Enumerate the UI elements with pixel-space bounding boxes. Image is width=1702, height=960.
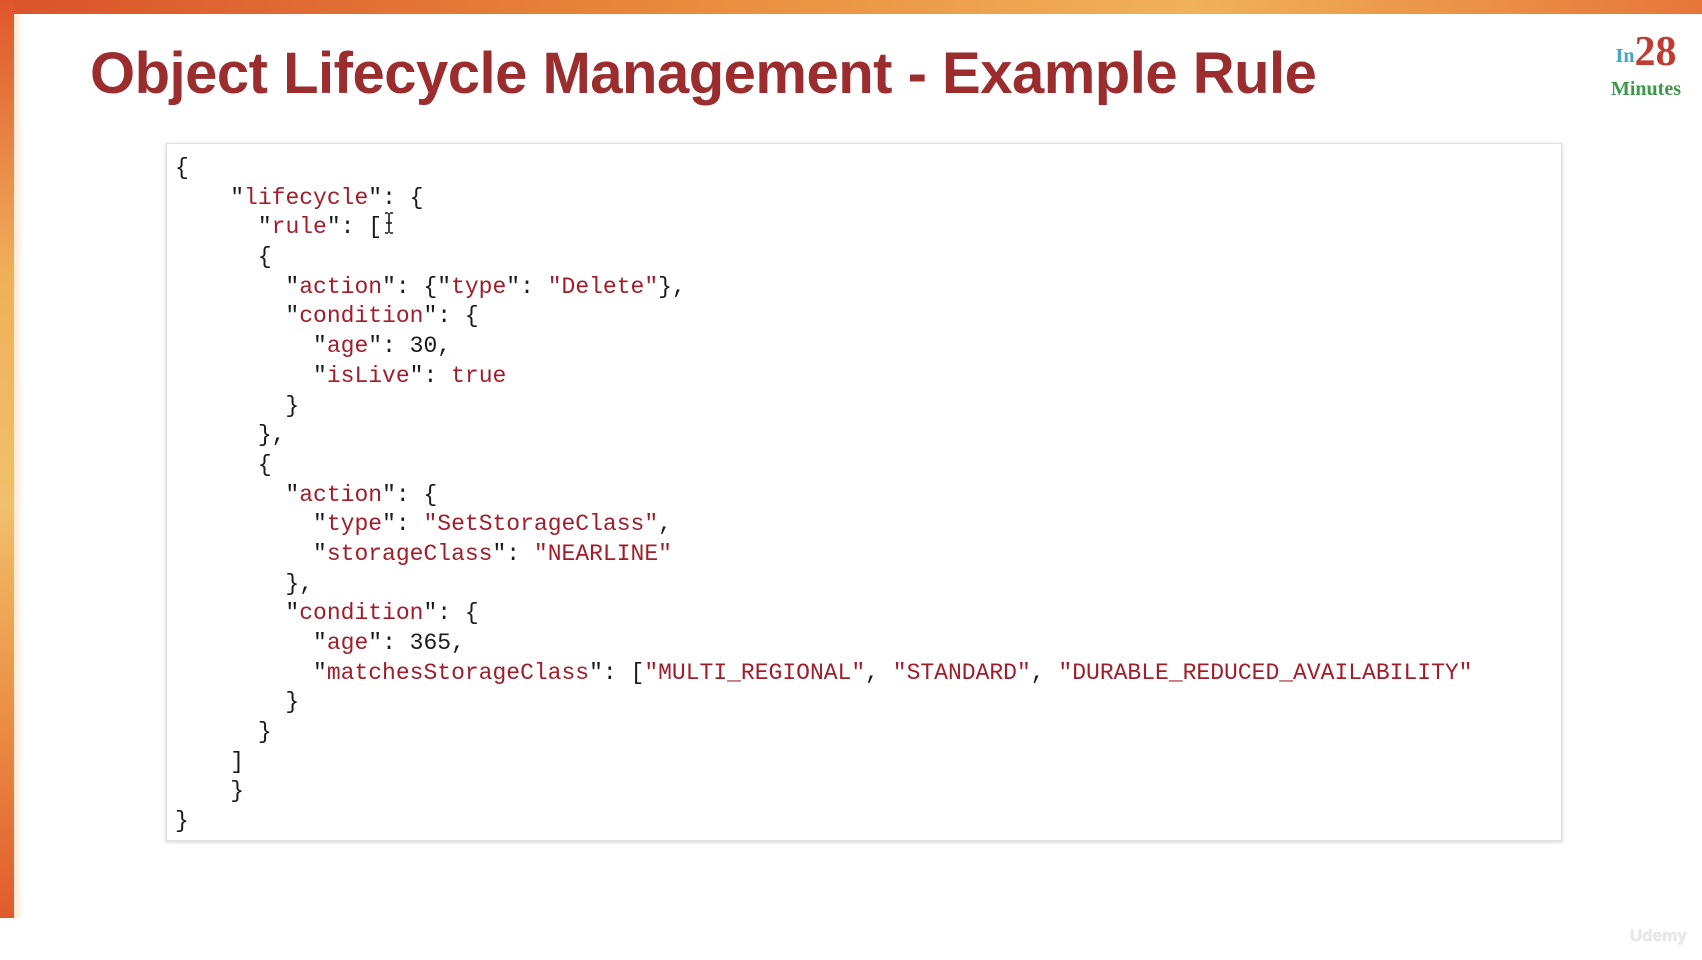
- code-line: },: [175, 421, 1561, 451]
- code-punctuation: }: [175, 808, 189, 835]
- code-punctuation: ": [313, 362, 327, 389]
- watermark: Udemy: [1630, 926, 1687, 945]
- code-punctuation: }: [285, 689, 300, 716]
- logo-prefix: In: [1615, 45, 1635, 67]
- code-punctuation: ": [313, 540, 327, 567]
- code-punctuation: },: [285, 570, 314, 597]
- code-punctuation: ": [285, 303, 300, 330]
- logo-number: 28: [1634, 29, 1677, 75]
- code-key: storageClass: [326, 540, 493, 567]
- code-key: action: [299, 273, 383, 300]
- code-punctuation: ":: [382, 511, 424, 538]
- code-punctuation: }: [230, 778, 245, 805]
- code-punctuation: ": [: [589, 659, 645, 686]
- left-accent-bar: [0, 0, 14, 918]
- text-cursor-icon: [385, 212, 393, 234]
- code-line: ]: [175, 748, 1561, 778]
- code-line: "age": 365,: [175, 629, 1561, 659]
- code-key: rule: [271, 214, 327, 241]
- code-value: "SetStorageClass": [423, 511, 659, 538]
- code-line: "lifecycle": {: [175, 184, 1561, 214]
- left-accent-glow: [14, 14, 24, 918]
- code-punctuation: {: [257, 451, 272, 478]
- code-punctuation: ": {": [382, 273, 452, 300]
- code-key: age: [326, 630, 369, 656]
- code-punctuation: {: [257, 244, 272, 271]
- code-punctuation: },: [257, 422, 286, 449]
- code-key: condition: [299, 600, 424, 627]
- code-punctuation: ": [285, 273, 300, 300]
- code-line: "matchesStorageClass": ["MULTI_REGIONAL"…: [175, 659, 1561, 689]
- code-punctuation: ": [230, 184, 245, 211]
- code-punctuation: ": [313, 333, 327, 360]
- code-punctuation: ":: [506, 273, 548, 300]
- code-punctuation: ": [: [326, 214, 383, 241]
- code-punctuation: }: [285, 392, 300, 419]
- code-punctuation: {: [175, 155, 189, 181]
- code-line: }: [175, 688, 1561, 718]
- code-punctuation: ": {: [382, 481, 438, 508]
- code-key: type: [326, 511, 383, 538]
- code-value: true: [451, 362, 507, 389]
- code-line: "condition": {: [175, 302, 1561, 332]
- code-key: lifecycle: [244, 184, 369, 211]
- top-accent-bar: [0, 0, 1702, 14]
- code-panel: { "lifecycle": { "rule": [ { "action": {…: [166, 143, 1562, 841]
- code-key: action: [299, 481, 383, 508]
- code-key: isLive: [326, 362, 410, 389]
- code-punctuation: ": [313, 630, 327, 656]
- code-punctuation: ": [313, 511, 327, 538]
- code-punctuation: ": [285, 600, 300, 627]
- code-value: "MULTI_REGIONAL": [644, 659, 866, 686]
- code-key: type: [451, 273, 507, 300]
- code-value: "NEARLINE": [533, 540, 672, 567]
- code-line: "type": "SetStorageClass",: [175, 510, 1561, 540]
- logo-word: Minutes: [1611, 78, 1681, 100]
- code-line: {: [175, 154, 1561, 184]
- code-line: }: [175, 777, 1561, 807]
- code-key: condition: [299, 303, 424, 330]
- code-key: age: [326, 333, 369, 360]
- code-punctuation: ": {: [423, 303, 479, 330]
- code-punctuation: ,: [658, 511, 672, 538]
- code-line: "isLive": true: [175, 362, 1561, 392]
- code-punctuation: ]: [230, 748, 245, 775]
- code-punctuation: ": 30,: [368, 333, 452, 360]
- code-punctuation: ": {: [368, 184, 424, 211]
- code-punctuation: ,: [865, 659, 893, 686]
- code-punctuation: },: [658, 273, 686, 300]
- code-key: matchesStorageClass: [326, 659, 590, 686]
- code-punctuation: ":: [409, 362, 452, 389]
- code-punctuation: ": 365,: [368, 630, 465, 656]
- code-punctuation: ": [285, 481, 300, 508]
- code-line: }: [175, 807, 1561, 837]
- code-line: }: [175, 718, 1561, 748]
- code-punctuation: ": [313, 659, 327, 686]
- code-line: "condition": {: [175, 599, 1561, 629]
- code-line: {: [175, 451, 1561, 481]
- code-punctuation: ":: [492, 540, 534, 567]
- code-line: "storageClass": "NEARLINE": [175, 540, 1561, 570]
- code-line: "action": {"type": "Delete"},: [175, 273, 1561, 303]
- code-punctuation: ": {: [423, 600, 479, 627]
- code-line: "age": 30,: [175, 332, 1561, 362]
- code-value: "Delete": [547, 273, 659, 300]
- code-punctuation: ": [257, 214, 272, 241]
- code-line: "action": {: [175, 481, 1561, 511]
- logo-top: In28: [1596, 30, 1696, 83]
- code-line: }: [175, 392, 1561, 422]
- code-line: {: [175, 243, 1561, 273]
- code-value: "DURABLE_REDUCED_AVAILABILITY": [1058, 659, 1473, 686]
- in28minutes-logo: In28 Minutes: [1596, 30, 1696, 100]
- code-line: },: [175, 570, 1561, 600]
- code-punctuation: ,: [1030, 659, 1059, 686]
- slide-title: Object Lifecycle Management - Example Ru…: [90, 41, 1317, 106]
- code-block: { "lifecycle": { "rule": [ { "action": {…: [167, 144, 1561, 837]
- code-punctuation: }: [257, 719, 272, 746]
- code-value: "STANDARD": [892, 659, 1031, 686]
